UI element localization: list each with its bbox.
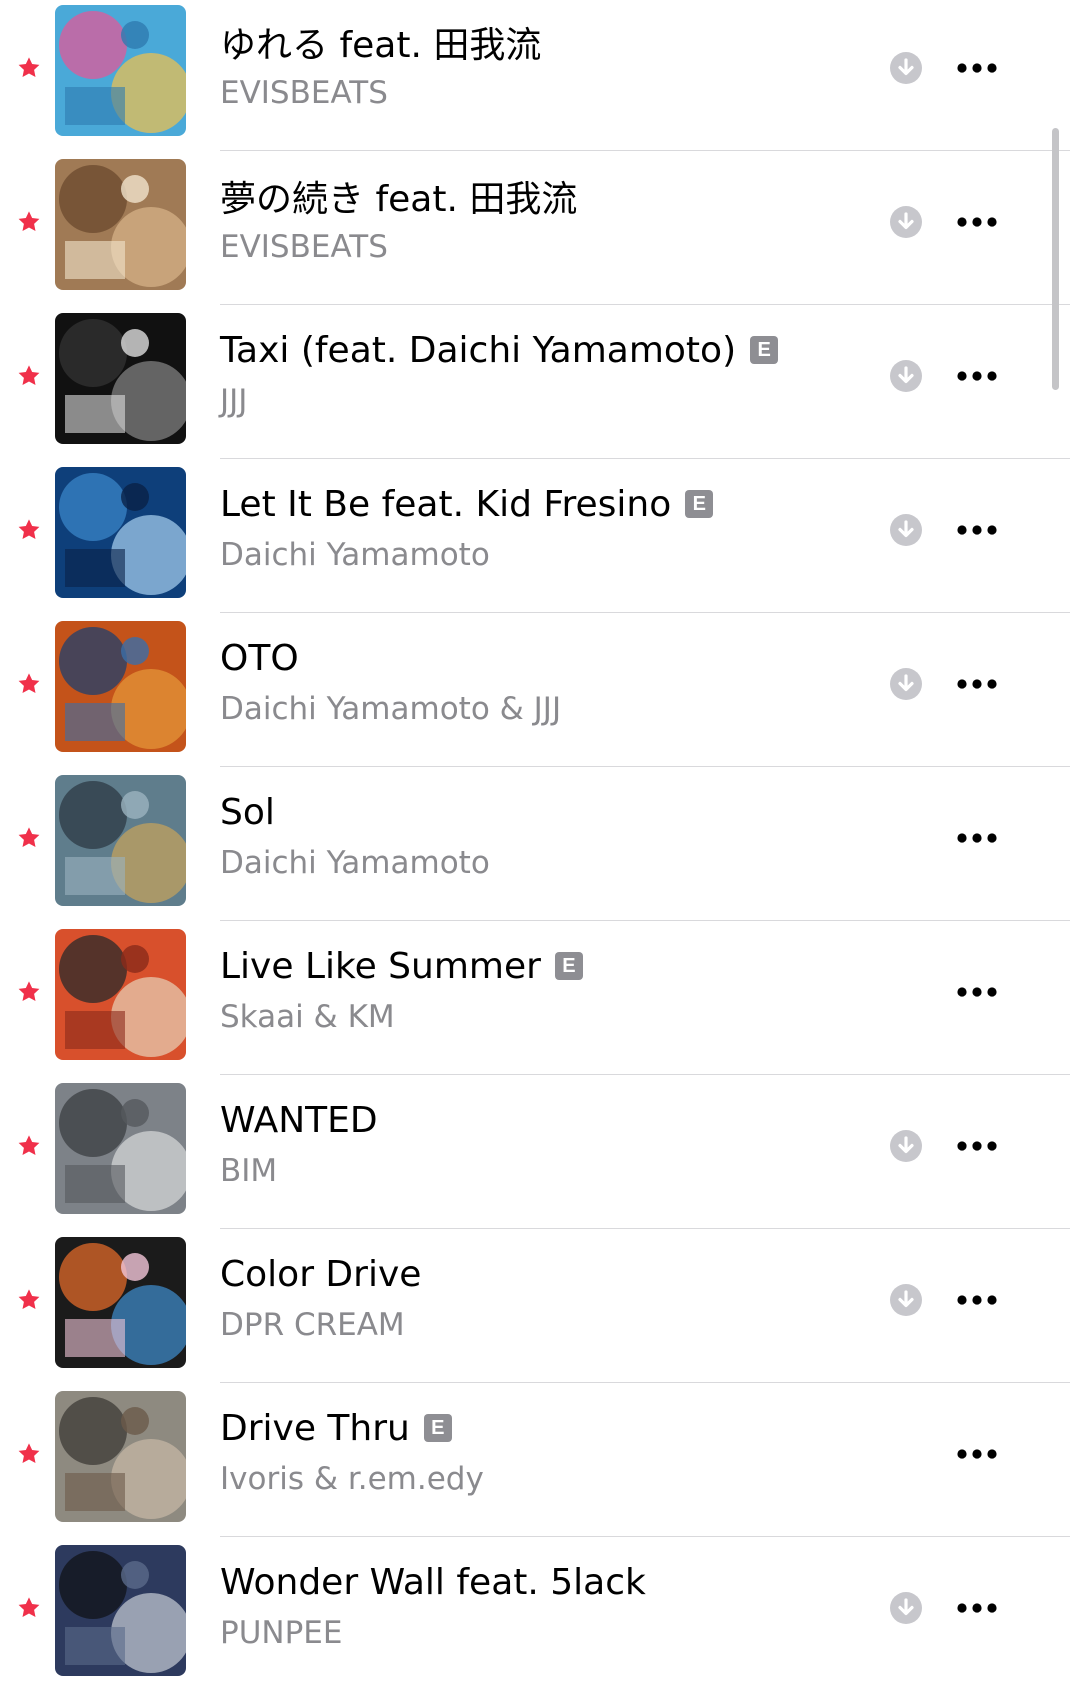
song-title: Drive Thru: [220, 1407, 410, 1449]
download-icon[interactable]: [889, 667, 923, 701]
song-title: OTO: [220, 637, 299, 679]
song-artist: Skaai & KM: [220, 999, 395, 1035]
album-art[interactable]: [55, 159, 186, 290]
download-icon[interactable]: [889, 1129, 923, 1163]
song-row[interactable]: Drive Thru E Ivoris & r.em.edy: [0, 1383, 1080, 1537]
song-title: Wonder Wall feat. 5lack: [220, 1561, 646, 1603]
download-icon[interactable]: [889, 1591, 923, 1625]
more-icon[interactable]: [955, 1439, 999, 1469]
song-artist: JJJ: [220, 383, 248, 419]
explicit-badge: E: [685, 490, 714, 518]
song-title-line: WANTED: [220, 1097, 378, 1143]
more-icon[interactable]: [955, 669, 999, 699]
song-title-line: Color Drive: [220, 1251, 421, 1297]
star-icon: [16, 55, 42, 81]
song-title-line: Sol: [220, 789, 275, 835]
download-icon[interactable]: [889, 513, 923, 547]
download-icon[interactable]: [889, 51, 923, 85]
song-artist: PUNPEE: [220, 1615, 343, 1651]
explicit-badge: E: [554, 952, 583, 980]
more-icon[interactable]: [955, 1131, 999, 1161]
song-row[interactable]: OTO Daichi Yamamoto & JJJ: [0, 613, 1080, 767]
song-artist: EVISBEATS: [220, 229, 388, 265]
song-row[interactable]: Let It Be feat. Kid Fresino E Daichi Yam…: [0, 459, 1080, 613]
song-title-line: Taxi (feat. Daichi Yamamoto) E: [220, 327, 779, 373]
song-title: 夢の続き feat. 田我流: [220, 179, 578, 220]
star-icon: [16, 209, 42, 235]
more-icon[interactable]: [955, 823, 999, 853]
more-icon[interactable]: [955, 977, 999, 1007]
more-icon[interactable]: [955, 53, 999, 83]
song-title: Let It Be feat. Kid Fresino: [220, 483, 672, 525]
star-icon: [16, 1287, 42, 1313]
star-icon: [16, 1133, 42, 1159]
album-art[interactable]: [55, 1391, 186, 1522]
song-artist: EVISBEATS: [220, 75, 388, 111]
explicit-badge: E: [750, 336, 779, 364]
album-art[interactable]: [55, 775, 186, 906]
song-title: Sol: [220, 791, 275, 833]
download-icon[interactable]: [889, 1283, 923, 1317]
song-artist: Ivoris & r.em.edy: [220, 1461, 484, 1497]
song-title: Color Drive: [220, 1253, 422, 1295]
album-art[interactable]: [55, 1083, 186, 1214]
song-title-line: ゆれる feat. 田我流: [220, 19, 542, 66]
song-title-line: Live Like Summer E: [220, 943, 583, 989]
scrollbar[interactable]: [1052, 128, 1059, 390]
album-art[interactable]: [55, 929, 186, 1060]
star-icon: [16, 363, 42, 389]
song-artist: Daichi Yamamoto: [220, 845, 490, 881]
album-art[interactable]: [55, 1237, 186, 1368]
album-art[interactable]: [55, 5, 186, 136]
song-row[interactable]: Sol Daichi Yamamoto: [0, 767, 1080, 921]
star-icon: [16, 825, 42, 851]
album-art[interactable]: [55, 621, 186, 752]
more-icon[interactable]: [955, 1285, 999, 1315]
song-title: Live Like Summer: [220, 945, 541, 987]
song-artist: Daichi Yamamoto & JJJ: [220, 691, 562, 727]
album-art[interactable]: [55, 467, 186, 598]
song-title-line: Drive Thru E: [220, 1405, 452, 1451]
song-row[interactable]: ゆれる feat. 田我流 EVISBEATS: [0, 0, 1080, 151]
more-icon[interactable]: [955, 515, 999, 545]
song-row[interactable]: Wonder Wall feat. 5lack PUNPEE: [0, 1537, 1080, 1691]
song-title-line: Let It Be feat. Kid Fresino E: [220, 481, 714, 527]
star-icon: [16, 979, 42, 1005]
song-title: ゆれる feat. 田我流: [220, 25, 542, 66]
explicit-badge: E: [423, 1414, 452, 1442]
song-title-line: Wonder Wall feat. 5lack: [220, 1559, 646, 1605]
song-title: WANTED: [220, 1099, 378, 1141]
more-icon[interactable]: [955, 361, 999, 391]
song-row[interactable]: Live Like Summer E Skaai & KM: [0, 921, 1080, 1075]
song-row[interactable]: Taxi (feat. Daichi Yamamoto) E JJJ: [0, 305, 1080, 459]
download-icon[interactable]: [889, 205, 923, 239]
star-icon: [16, 1441, 42, 1467]
album-art[interactable]: [55, 1545, 186, 1676]
download-icon[interactable]: [889, 359, 923, 393]
song-title: Taxi (feat. Daichi Yamamoto): [220, 329, 737, 371]
album-art[interactable]: [55, 313, 186, 444]
song-artist: BIM: [220, 1153, 278, 1189]
star-icon: [16, 517, 42, 543]
song-artist: DPR CREAM: [220, 1307, 405, 1343]
song-artist: Daichi Yamamoto: [220, 537, 490, 573]
song-row[interactable]: WANTED BIM: [0, 1075, 1080, 1229]
song-row[interactable]: Color Drive DPR CREAM: [0, 1229, 1080, 1383]
song-row[interactable]: 夢の続き feat. 田我流 EVISBEATS: [0, 151, 1080, 305]
song-title-line: OTO: [220, 635, 299, 681]
song-title-line: 夢の続き feat. 田我流: [220, 173, 578, 220]
more-icon[interactable]: [955, 207, 999, 237]
more-icon[interactable]: [955, 1593, 999, 1623]
star-icon: [16, 671, 42, 697]
star-icon: [16, 1595, 42, 1621]
